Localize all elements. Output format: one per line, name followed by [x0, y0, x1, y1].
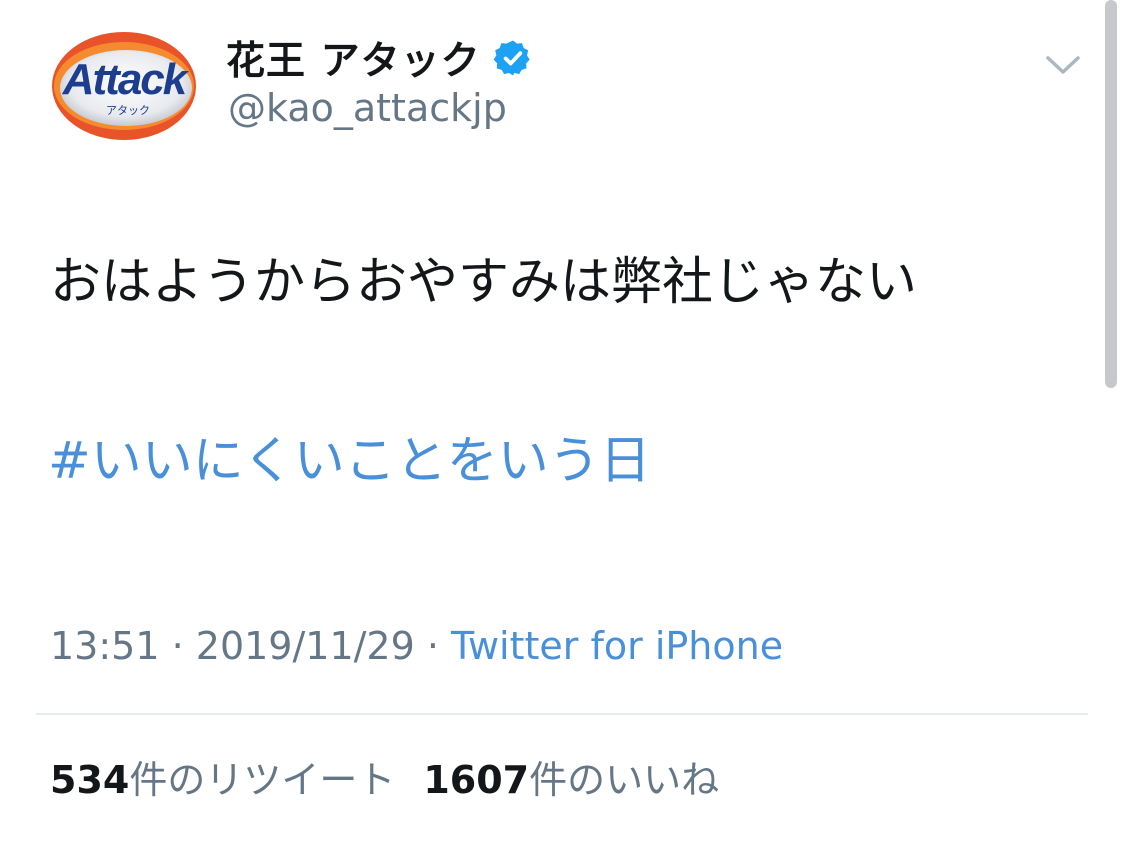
author-handle[interactable]: @kao_attackjp [228, 86, 507, 130]
tweet-text: おはようからおやすみは弊社じゃない [50, 253, 918, 312]
attack-logo-text: Attack [62, 55, 190, 104]
divider [36, 713, 1088, 715]
author-name-row: 花王 アタック [226, 30, 533, 86]
scrollbar[interactable] [1105, 0, 1117, 388]
tweet-meta: 13:51 · 2019/11/29 · Twitter for iPhone [50, 618, 783, 674]
retweets-stat[interactable]: 534件のリツイート [50, 758, 395, 802]
chevron-down-icon[interactable] [1040, 46, 1086, 82]
meta-separator: · [414, 624, 452, 668]
tweet-date: 2019/11/29 [195, 624, 415, 668]
retweets-count: 534 [50, 758, 130, 802]
avatar[interactable]: Attack アタック [48, 30, 200, 142]
meta-separator: · [159, 624, 196, 668]
retweets-label: 件のリツイート [129, 758, 396, 802]
attack-logo-icon: Attack アタック [52, 32, 196, 140]
attack-logo-subtext: アタック [106, 104, 150, 117]
tweet-source-link[interactable]: Twitter for iPhone [451, 624, 783, 668]
likes-count: 1607 [423, 758, 530, 802]
verified-badge-icon [493, 38, 533, 78]
hashtag-link[interactable]: #いいにくいことをいう日 [48, 422, 651, 502]
tweet-time: 13:51 [50, 624, 160, 668]
tweet-stats: 534件のリツイート 1607件のいいね [50, 752, 719, 808]
display-name[interactable]: 花王 アタック [226, 30, 481, 86]
likes-label: 件のいいね [529, 758, 720, 802]
likes-stat[interactable]: 1607件のいいね [423, 758, 719, 802]
